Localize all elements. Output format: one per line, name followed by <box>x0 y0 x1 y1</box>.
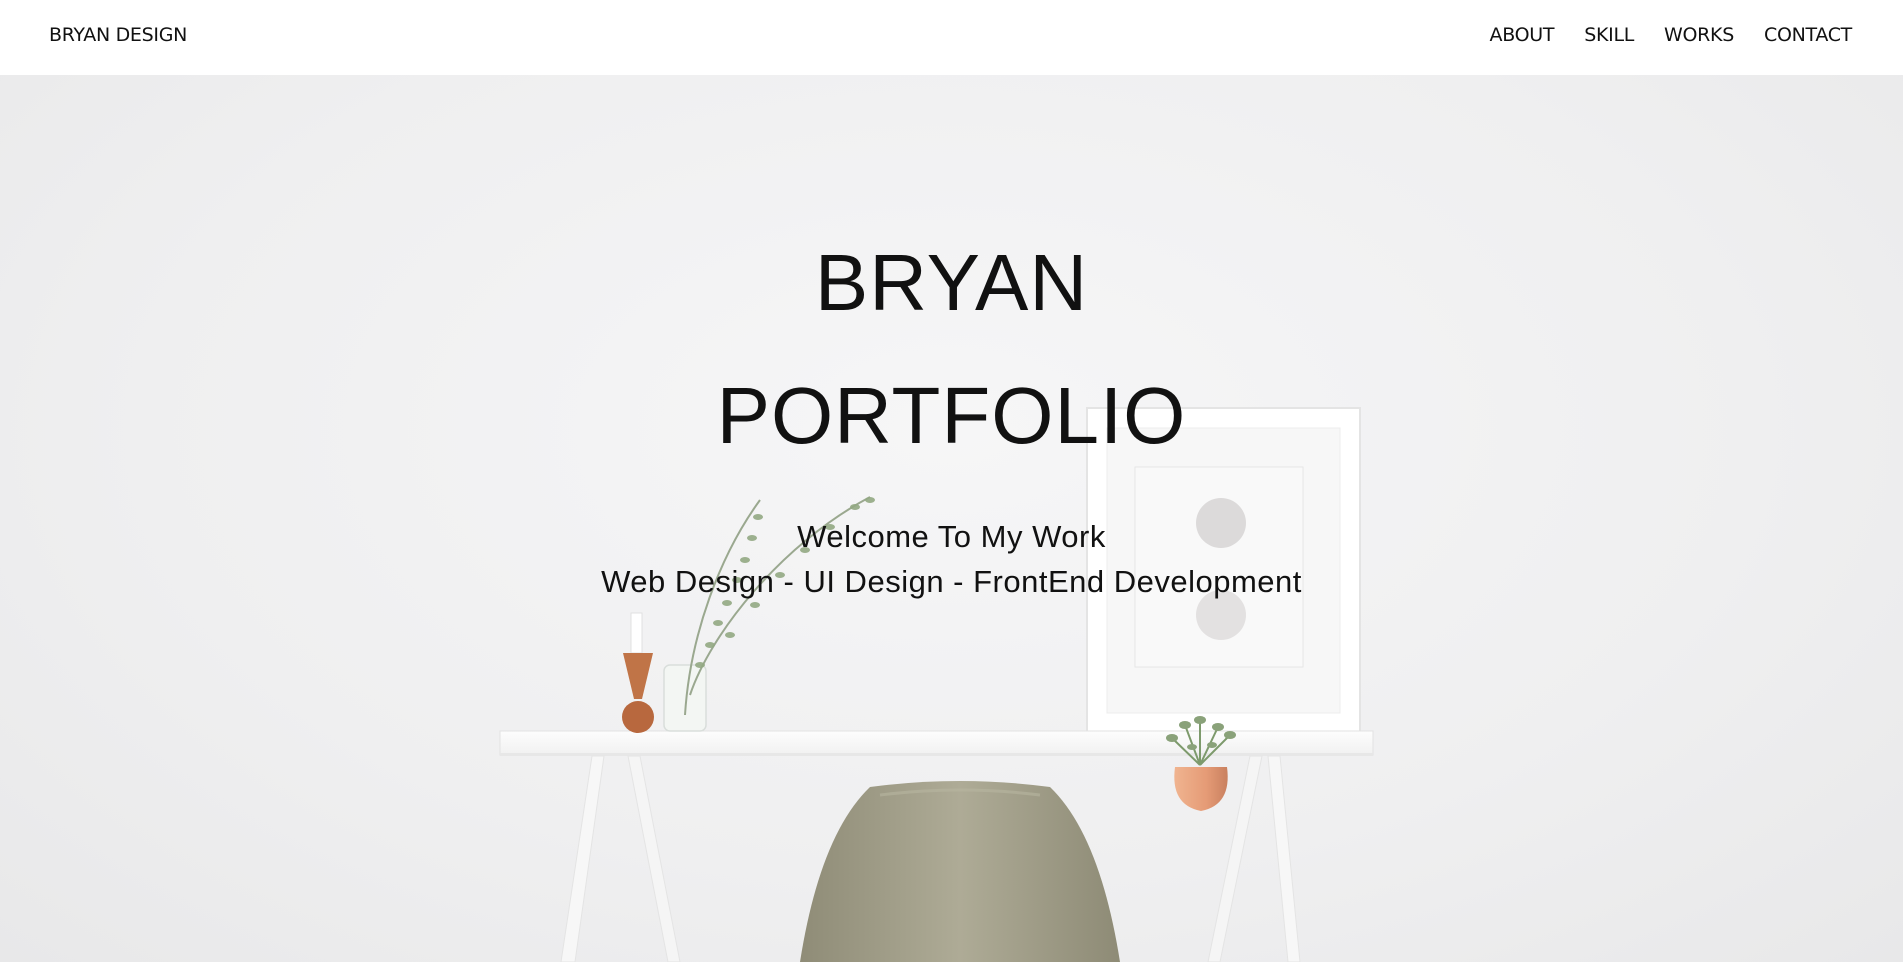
chair <box>800 781 1120 962</box>
nav-item-contact[interactable]: CONTACT <box>1764 24 1852 46</box>
hero-subtitle-line-1: Welcome To My Work <box>797 519 1106 554</box>
main-nav: ABOUT SKILL WORKS CONTACT <box>1490 24 1853 46</box>
nav-item-about[interactable]: ABOUT <box>1490 24 1555 46</box>
hero-title-line-2: PORTFOLIO <box>716 371 1187 460</box>
site-header: BRYAN DESIGN ABOUT SKILL WORKS CONTACT <box>0 0 1903 75</box>
nav-item-works[interactable]: WORKS <box>1664 24 1734 46</box>
brand-logo-link[interactable]: BRYAN DESIGN <box>49 24 187 46</box>
hero-title-line-1: BRYAN <box>814 238 1089 327</box>
candle-holder <box>622 612 654 733</box>
hero-subtitle-line-2: Web Design - UI Design - FrontEnd Develo… <box>601 564 1302 599</box>
nav-item-skill[interactable]: SKILL <box>1584 24 1634 46</box>
hero-section: BRYAN PORTFOLIO Welcome To My Work Web D… <box>0 75 1903 962</box>
